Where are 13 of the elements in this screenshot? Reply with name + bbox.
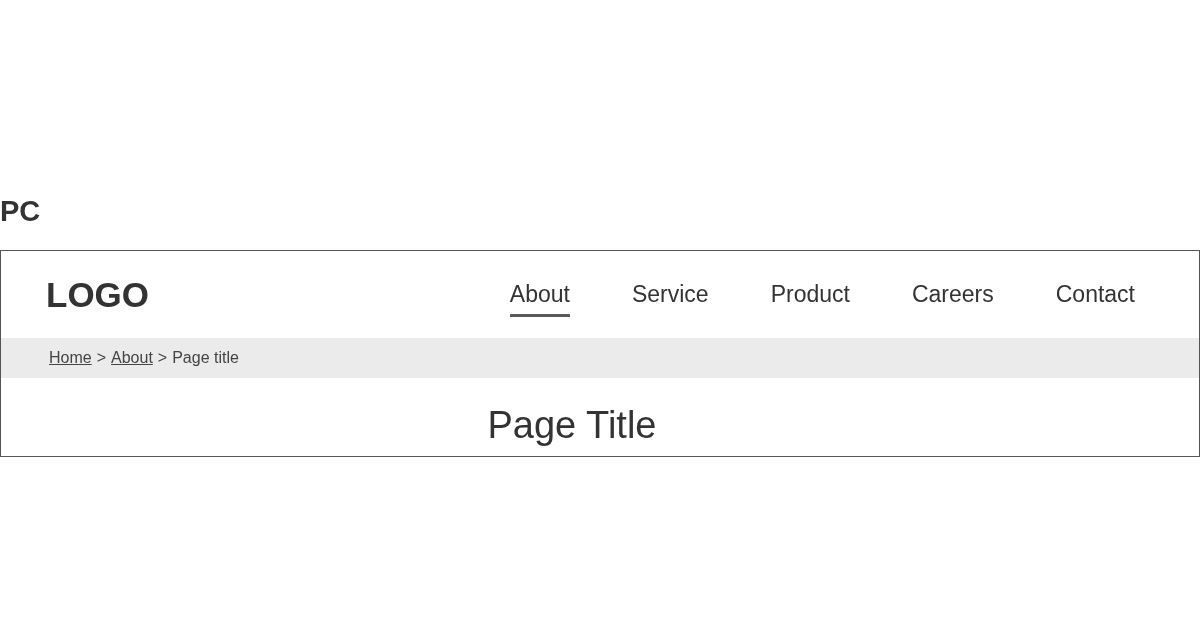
breadcrumb-current: Page title bbox=[172, 348, 239, 368]
breadcrumb-link[interactable]: About bbox=[111, 346, 153, 370]
section-label: PC bbox=[0, 197, 42, 226]
breadcrumb-separator: > bbox=[157, 348, 168, 368]
nav-link[interactable]: About bbox=[509, 272, 570, 317]
page-title: Page Title bbox=[486, 405, 658, 447]
nav-link[interactable]: Service bbox=[631, 272, 709, 317]
breadcrumb-link[interactable]: Home bbox=[49, 346, 92, 370]
breadcrumb-separator: > bbox=[96, 348, 107, 368]
logo-text: LOGO bbox=[46, 277, 150, 312]
nav-link[interactable]: Product bbox=[770, 272, 850, 317]
nav-link[interactable]: Careers bbox=[911, 272, 994, 317]
nav-link[interactable]: Contact bbox=[1055, 272, 1135, 317]
